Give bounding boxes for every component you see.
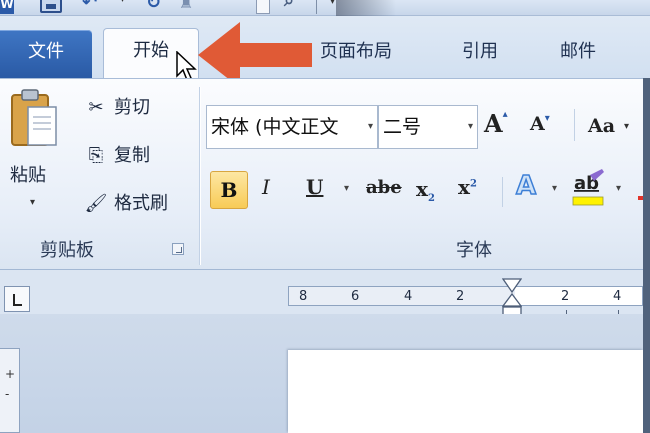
text-effects-button[interactable]: A	[515, 170, 537, 202]
tab-references[interactable]: 引用	[462, 40, 498, 64]
paste-dropdown-chevron-icon[interactable]: ▾	[30, 197, 35, 208]
ruler-tick: 4	[613, 289, 622, 304]
change-case-button[interactable]: Aa	[588, 115, 615, 137]
tab-stop-selector[interactable]	[4, 286, 30, 312]
cut-label: 剪切	[114, 97, 150, 118]
tab-mailings[interactable]: 邮件	[560, 40, 596, 64]
superscript-mark: 2	[469, 178, 477, 190]
subscript-mark: 2	[427, 193, 435, 204]
copy-button[interactable]: ⎘ 复制	[82, 141, 150, 171]
tab-file[interactable]: 文件	[0, 30, 92, 78]
quick-access-separator	[316, 0, 317, 14]
format-painter-label: 格式刷	[114, 193, 168, 214]
underline-button[interactable]: U	[306, 175, 323, 199]
ruler-margin-area	[289, 287, 515, 305]
strikethrough-button[interactable]: abe	[366, 177, 402, 198]
vertical-ruler[interactable]: + -	[0, 348, 20, 433]
save-icon[interactable]	[40, 0, 62, 13]
font-name-combobox[interactable]: 宋体 (中文正文 ▾	[206, 105, 378, 149]
font-size-combobox[interactable]: 二号 ▾	[378, 105, 478, 149]
horizontal-ruler[interactable]: 8 6 4 2 2 4	[288, 286, 643, 306]
document-page[interactable]	[288, 350, 643, 433]
format-painter-brush-icon: 🖌	[84, 193, 108, 214]
text-effects-chevron-icon[interactable]: ▾	[552, 183, 557, 194]
title-bar-shadow	[336, 0, 396, 16]
font-separator-2	[502, 177, 503, 207]
font-size-value: 二号	[383, 116, 422, 138]
ruler-tick: 4	[404, 289, 413, 304]
subscript-icon: x	[416, 177, 428, 201]
bold-button[interactable]: B	[210, 171, 248, 209]
paste-button[interactable]: 粘贴	[10, 161, 46, 187]
grow-font-icon: A	[484, 109, 503, 138]
grow-font-button[interactable]: A▴	[484, 109, 508, 138]
ruler-tick: 6	[351, 289, 360, 304]
clipboard-dialog-launcher-icon[interactable]	[172, 243, 184, 255]
font-group-label: 字体	[456, 240, 492, 261]
print-preview-icon[interactable]: ⌕	[284, 0, 294, 11]
new-document-icon[interactable]	[256, 0, 270, 14]
paste-icon[interactable]	[8, 87, 60, 151]
ruler-tick: 2	[561, 289, 570, 304]
shrink-font-icon: A	[530, 113, 545, 135]
text-highlight-color-icon[interactable]: ab	[572, 169, 606, 209]
underline-dropdown-chevron-icon[interactable]: ▾	[344, 183, 349, 194]
undo-dropdown-chevron-icon[interactable]: ▾	[120, 0, 125, 14]
format-painter-button[interactable]: 🖌 格式刷	[82, 189, 168, 219]
scissors-icon: ✂	[88, 97, 104, 118]
superscript-icon: x	[458, 175, 470, 199]
word-app-icon[interactable]: W	[0, 0, 14, 14]
copy-icon: ⎘	[88, 145, 104, 166]
tab-page-layout[interactable]: 页面布局	[320, 40, 392, 64]
font-separator	[574, 109, 575, 141]
ruler-tick: 2	[456, 289, 465, 304]
italic-button[interactable]: I	[262, 175, 270, 199]
font-name-dropdown-chevron-icon[interactable]: ▾	[365, 106, 373, 148]
vertical-ruler-mark: -	[5, 387, 10, 401]
ribbon-home-panel: 粘贴 ▾ ✂ 剪切 ⎘ 复制 🖌 格式刷 剪贴板 宋体 (中文正文 ▾ 二号 ▾ A▴…	[0, 78, 643, 270]
window-edge	[643, 78, 650, 433]
change-case-chevron-icon[interactable]: ▾	[624, 121, 629, 132]
cut-button[interactable]: ✂ 剪切	[82, 93, 150, 123]
redo-icon[interactable]: ↻	[146, 0, 161, 13]
subscript-button[interactable]: x2	[416, 177, 435, 204]
font-size-dropdown-chevron-icon[interactable]: ▾	[465, 106, 473, 148]
ruler-tick: 8	[299, 289, 308, 304]
superscript-button[interactable]: x2	[458, 175, 477, 199]
quick-print-icon[interactable]: ♜	[178, 0, 194, 13]
clipboard-group-label: 剪贴板	[40, 240, 94, 261]
vertical-ruler-mark: +	[5, 367, 16, 381]
shrink-font-button[interactable]: A▾	[530, 113, 550, 135]
undo-icon[interactable]: ↶	[82, 0, 97, 13]
highlight-dropdown-chevron-icon[interactable]: ▾	[616, 183, 621, 194]
group-separator	[199, 87, 200, 265]
ribbon-tab-row: 文件 开始 页面布局 引用 邮件	[0, 16, 650, 80]
customize-quick-access-chevron-icon[interactable]: ▾	[330, 0, 335, 16]
copy-label: 复制	[114, 145, 150, 166]
title-bar: W ↶ ▾ ↻ ♜ ⌕ ▾	[0, 0, 650, 16]
font-name-value: 宋体 (中文正文	[211, 116, 339, 138]
